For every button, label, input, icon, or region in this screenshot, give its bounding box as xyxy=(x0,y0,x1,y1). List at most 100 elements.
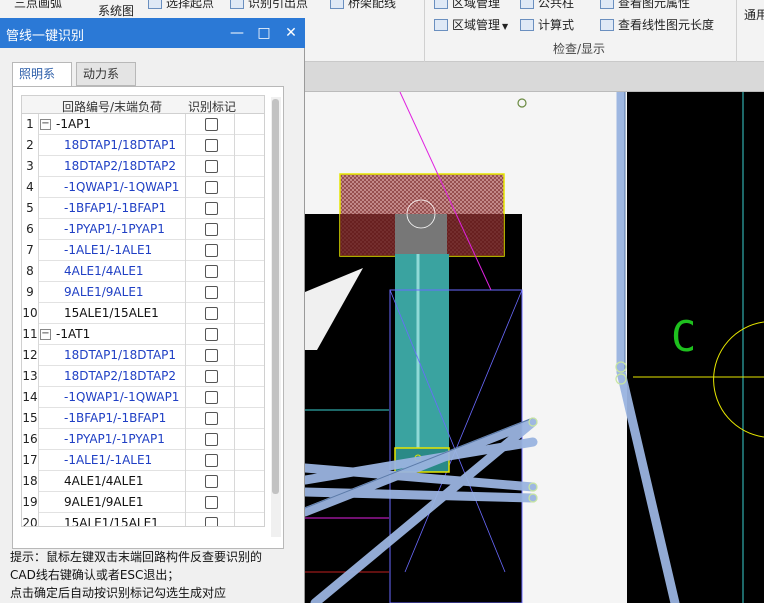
circuit-label: 9ALE1/9ALE1 xyxy=(64,285,144,299)
measure-icon xyxy=(600,19,614,31)
point-icon xyxy=(230,0,244,9)
ribbon-item-system-diagram[interactable]: 系统图 xyxy=(98,2,134,19)
recognition-checkbox[interactable] xyxy=(205,454,218,467)
table-row[interactable]: 4 -1QWAP1/-1QWAP1 xyxy=(22,177,264,198)
table-row[interactable]: 20 15ALE1/15ALE1 xyxy=(22,513,264,526)
formula-button[interactable]: 计算式 xyxy=(520,16,574,33)
circuit-label: -1QWAP1/-1QWAP1 xyxy=(64,180,180,194)
table-row[interactable]: 15 -1BFAP1/-1BFAP1 xyxy=(22,408,264,429)
ribbon-separator xyxy=(424,0,425,62)
row-number: 9 xyxy=(22,282,38,303)
ribbon-item-label: 三点画弧 xyxy=(14,0,63,10)
circuit-grid: 回路编号/末端负荷 识别标记 1− -1AP1 2 18DTAP1/18DTAP1 3 1… xyxy=(21,95,265,527)
column-divider xyxy=(234,114,235,526)
column-divider xyxy=(38,114,39,526)
hint-line: CAD线右键确认或者ESC退出； xyxy=(10,568,180,582)
table-row[interactable]: 12 18DTAP1/18DTAP1 xyxy=(22,345,264,366)
circuit-label: 15ALE1/15ALE1 xyxy=(64,306,159,320)
row-number: 17 xyxy=(22,450,38,471)
recognition-checkbox[interactable] xyxy=(205,391,218,404)
recognition-checkbox[interactable] xyxy=(205,307,218,320)
collapse-toggle-icon[interactable]: − xyxy=(40,329,51,340)
recognition-checkbox[interactable] xyxy=(205,202,218,215)
table-row[interactable]: 17 -1ALE1/-1ALE1 xyxy=(22,450,264,471)
recognition-checkbox[interactable] xyxy=(205,139,218,152)
select-icon xyxy=(148,0,162,9)
cyan-column xyxy=(395,254,449,460)
table-row[interactable]: 11− -1AT1 xyxy=(22,324,264,345)
region-manage-dropdown[interactable]: 区域管理 ▼ xyxy=(434,16,508,33)
table-row[interactable]: 9 9ALE1/9ALE1 xyxy=(22,282,264,303)
circuit-label: 18DTAP1/18DTAP1 xyxy=(64,138,177,152)
ribbon-item-view-props[interactable]: 查看图元属性 xyxy=(600,0,690,11)
ribbon-item-label: 通用 xyxy=(744,8,764,22)
row-number: 3 xyxy=(22,156,38,177)
table-row[interactable]: 3 18DTAP2/18DTAP2 xyxy=(22,156,264,177)
table-row[interactable]: 13 18DTAP2/18DTAP2 xyxy=(22,366,264,387)
recognition-checkbox[interactable] xyxy=(205,118,218,131)
row-number: 13 xyxy=(22,366,38,387)
table-row[interactable]: 18 4ALE1/4ALE1 xyxy=(22,471,264,492)
circuit-label: 18DTAP1/18DTAP1 xyxy=(64,348,177,362)
ribbon-item-general[interactable]: 通用 xyxy=(744,6,764,23)
maximize-button[interactable]: □ xyxy=(253,22,275,44)
minimize-button[interactable]: — xyxy=(226,22,248,44)
scrollbar-thumb[interactable] xyxy=(272,99,279,494)
table-row[interactable]: 2 18DTAP1/18DTAP1 xyxy=(22,135,264,156)
recognition-checkbox[interactable] xyxy=(205,349,218,362)
formula-icon xyxy=(520,19,534,31)
ribbon-item-arc[interactable]: 三点画弧 xyxy=(14,0,62,11)
cad-canvas[interactable]: C xyxy=(305,92,764,603)
table-row[interactable]: 1− -1AP1 xyxy=(22,114,264,135)
row-number: 8 xyxy=(22,261,38,282)
circuit-group-label: -1AT1 xyxy=(56,327,91,341)
table-row[interactable]: 5 -1BFAP1/-1BFAP1 xyxy=(22,198,264,219)
view-length-label: 查看线性图元长度 xyxy=(618,18,715,32)
recognition-checkbox[interactable] xyxy=(205,412,218,425)
recognition-checkbox[interactable] xyxy=(205,160,218,173)
chevron-down-icon: ▼ xyxy=(502,22,509,31)
table-row[interactable]: 7 -1ALE1/-1ALE1 xyxy=(22,240,264,261)
ribbon-item-label: 识别引出点 xyxy=(248,0,309,10)
tab-power[interactable]: 动力系统 xyxy=(76,62,136,103)
column-header-circuit: 回路编号/末端负荷 xyxy=(62,100,163,114)
row-number: 10 xyxy=(22,303,38,324)
table-row[interactable]: 14 -1QWAP1/-1QWAP1 xyxy=(22,387,264,408)
ribbon-item-select-start[interactable]: 选择起点 xyxy=(148,0,214,11)
recognition-checkbox[interactable] xyxy=(205,265,218,278)
column-header-flag: 识别标记 xyxy=(188,100,237,114)
recognition-checkbox[interactable] xyxy=(205,370,218,383)
column-divider xyxy=(185,114,186,526)
collapse-toggle-icon[interactable]: − xyxy=(40,119,51,130)
recognition-checkbox[interactable] xyxy=(205,517,218,526)
properties-icon xyxy=(600,0,614,9)
recognition-checkbox[interactable] xyxy=(205,475,218,488)
view-length-button[interactable]: 查看线性图元长度 xyxy=(600,16,714,33)
ribbon-item-common-col[interactable]: 公共柱 xyxy=(520,0,574,11)
ribbon-item-region-top[interactable]: 区域管理 xyxy=(434,0,500,11)
vertical-scrollbar[interactable] xyxy=(271,97,281,537)
recognition-checkbox[interactable] xyxy=(205,328,218,341)
recognition-checkbox[interactable] xyxy=(205,496,218,509)
hint-text: 提示：鼠标左键双击末端回路构件反查要识别的 CAD线右键确认或者ESC退出； 点… xyxy=(10,548,300,602)
recognition-checkbox[interactable] xyxy=(205,244,218,257)
ribbon-item-tray-wiring[interactable]: 桥架配线 xyxy=(330,0,396,11)
panel-titlebar: 管线一键识别 — □ ✕ xyxy=(0,18,305,48)
recognition-checkbox[interactable] xyxy=(205,181,218,194)
recognition-checkbox[interactable] xyxy=(205,223,218,236)
table-row[interactable]: 8 4ALE1/4ALE1 xyxy=(22,261,264,282)
tab-lighting[interactable]: 照明系统 xyxy=(12,62,72,103)
row-number: 6 xyxy=(22,219,38,240)
table-row[interactable]: 16 -1PYAP1/-1PYAP1 xyxy=(22,429,264,450)
ribbon-item-label: 查看图元属性 xyxy=(618,0,691,10)
ribbon-item-lead-point[interactable]: 识别引出点 xyxy=(230,0,308,11)
hint-line: 点击确定后自动按识别标记勾选生成对应 xyxy=(10,586,227,600)
row-number: 7 xyxy=(22,240,38,261)
table-row[interactable]: 6 -1PYAP1/-1PYAP1 xyxy=(22,219,264,240)
table-row[interactable]: 19 9ALE1/9ALE1 xyxy=(22,492,264,513)
row-number: 12 xyxy=(22,345,38,366)
close-button[interactable]: ✕ xyxy=(280,22,302,44)
table-row[interactable]: 10 15ALE1/15ALE1 xyxy=(22,303,264,324)
recognition-checkbox[interactable] xyxy=(205,286,218,299)
recognition-checkbox[interactable] xyxy=(205,433,218,446)
